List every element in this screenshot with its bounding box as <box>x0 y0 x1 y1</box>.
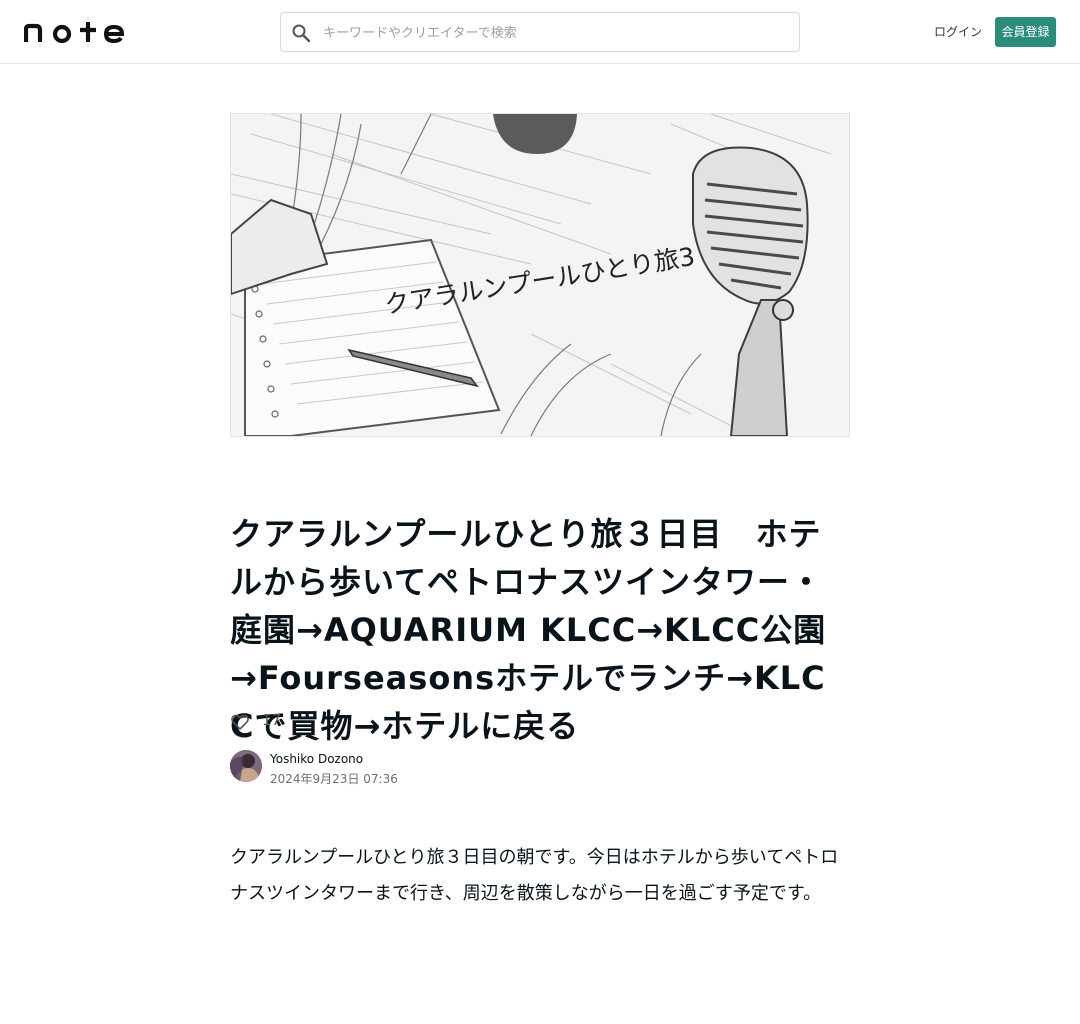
note-logo[interactable]: note <box>24 21 124 43</box>
author-info: Yoshiko Dozono 2024年9月23日 07:36 <box>230 750 630 786</box>
login-link[interactable]: ログイン <box>934 24 982 40</box>
like-count: 17 <box>262 711 282 729</box>
article-title: クアラルンプールひとり旅３日目 ホテルから歩いてペトロナスツインタワー・庭園→A… <box>230 515 827 745</box>
post-date: 2024年9月23日 07:36 <box>270 772 398 786</box>
article-body: クアラルンプールひとり旅３日目の朝です。今日はホテルから歩いてペトロナスツインタ… <box>230 847 839 904</box>
cover-illustration: クアラルンプールひとり旅3 <box>231 114 849 436</box>
cover-image: クアラルンプールひとり旅3 <box>230 113 850 437</box>
heart-icon[interactable] <box>230 712 250 732</box>
search-box <box>280 12 800 53</box>
search-input[interactable] <box>321 13 795 53</box>
author-name[interactable]: Yoshiko Dozono <box>270 752 363 766</box>
signup-button[interactable]: 会員登録 <box>995 17 1056 47</box>
search-icon <box>292 24 311 43</box>
avatar[interactable] <box>230 750 262 782</box>
site-header: note ログイン 会員登録 <box>0 0 1080 64</box>
